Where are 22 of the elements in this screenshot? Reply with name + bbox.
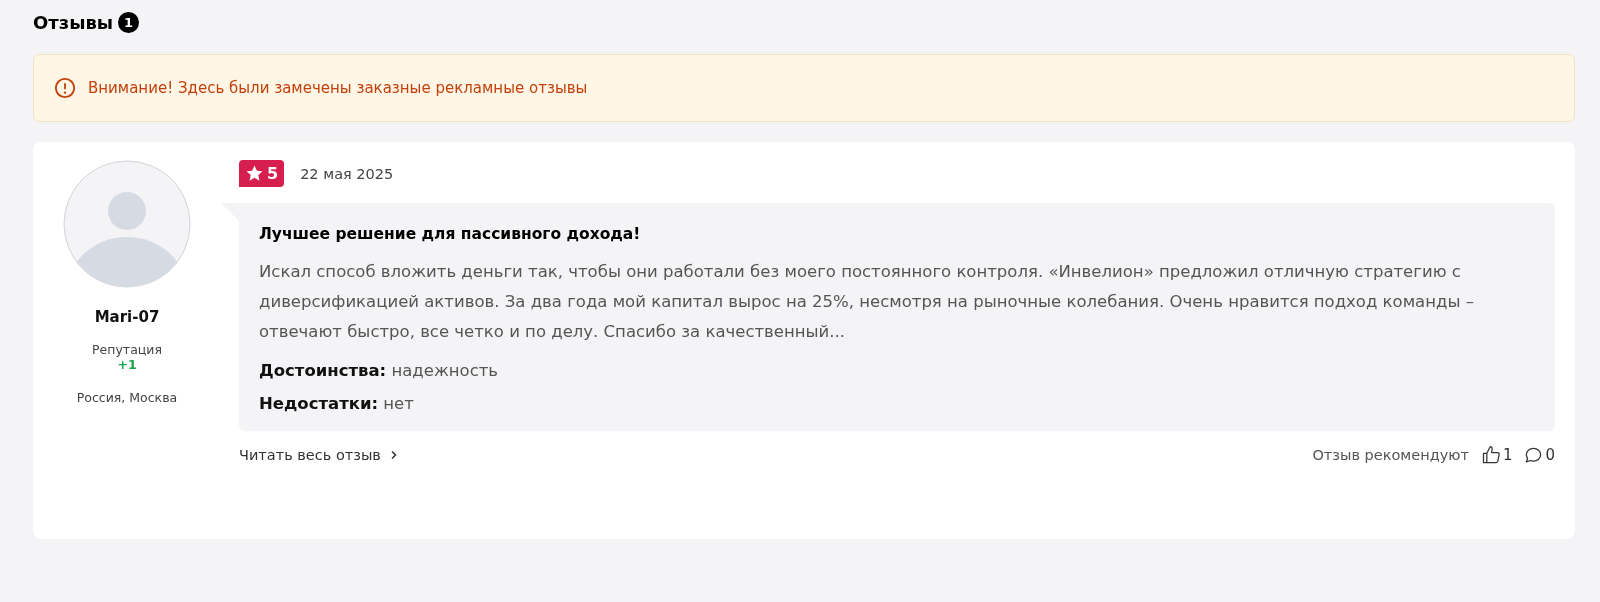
review-cons: Недостатки: нет: [259, 394, 415, 413]
recommend-label: Отзыв рекомендуют: [1312, 447, 1469, 463]
review-date: 22 мая 2025: [300, 165, 394, 182]
star-icon: [245, 164, 264, 183]
warning-icon: [54, 77, 76, 99]
reputation-label: Репутация: [92, 342, 162, 357]
comment-button[interactable]: 0: [1524, 445, 1555, 465]
review-title: Лучшее решение для пассивного дохода!: [259, 225, 642, 243]
review-text: Искал способ вложить деньги так, чтобы они работали без моего постоянного контроля. «Инвелион» предложил отличную стратегию с диверсификацией активов. За два года мой капитал вырос на 25%, несмотря на рыночные колебания. Очень нравится подход команды – отвечают быстро, все четко и по делу. Спасибо за качественный...: [259, 261, 1475, 343]
review-count-badge: 1: [118, 11, 140, 33]
avatar-icon: [63, 160, 191, 288]
reputation-value: +1: [117, 357, 137, 372]
like-button[interactable]: 1: [1480, 445, 1513, 465]
thumbs-up-icon: [1480, 445, 1501, 465]
author-name[interactable]: Mari-07: [94, 308, 160, 326]
section-title: Отзывы: [33, 11, 114, 33]
review-pros: Достоинства: надежность: [259, 361, 500, 380]
read-more-link[interactable]: Читать весь отзыв: [239, 447, 399, 463]
rating-badge: 5: [239, 160, 285, 187]
comment-icon: [1524, 445, 1544, 465]
author-location: Россия, Москва: [76, 390, 178, 405]
alert-text: Внимание! Здесь были замечены заказные рекламные отзывы: [88, 79, 588, 97]
